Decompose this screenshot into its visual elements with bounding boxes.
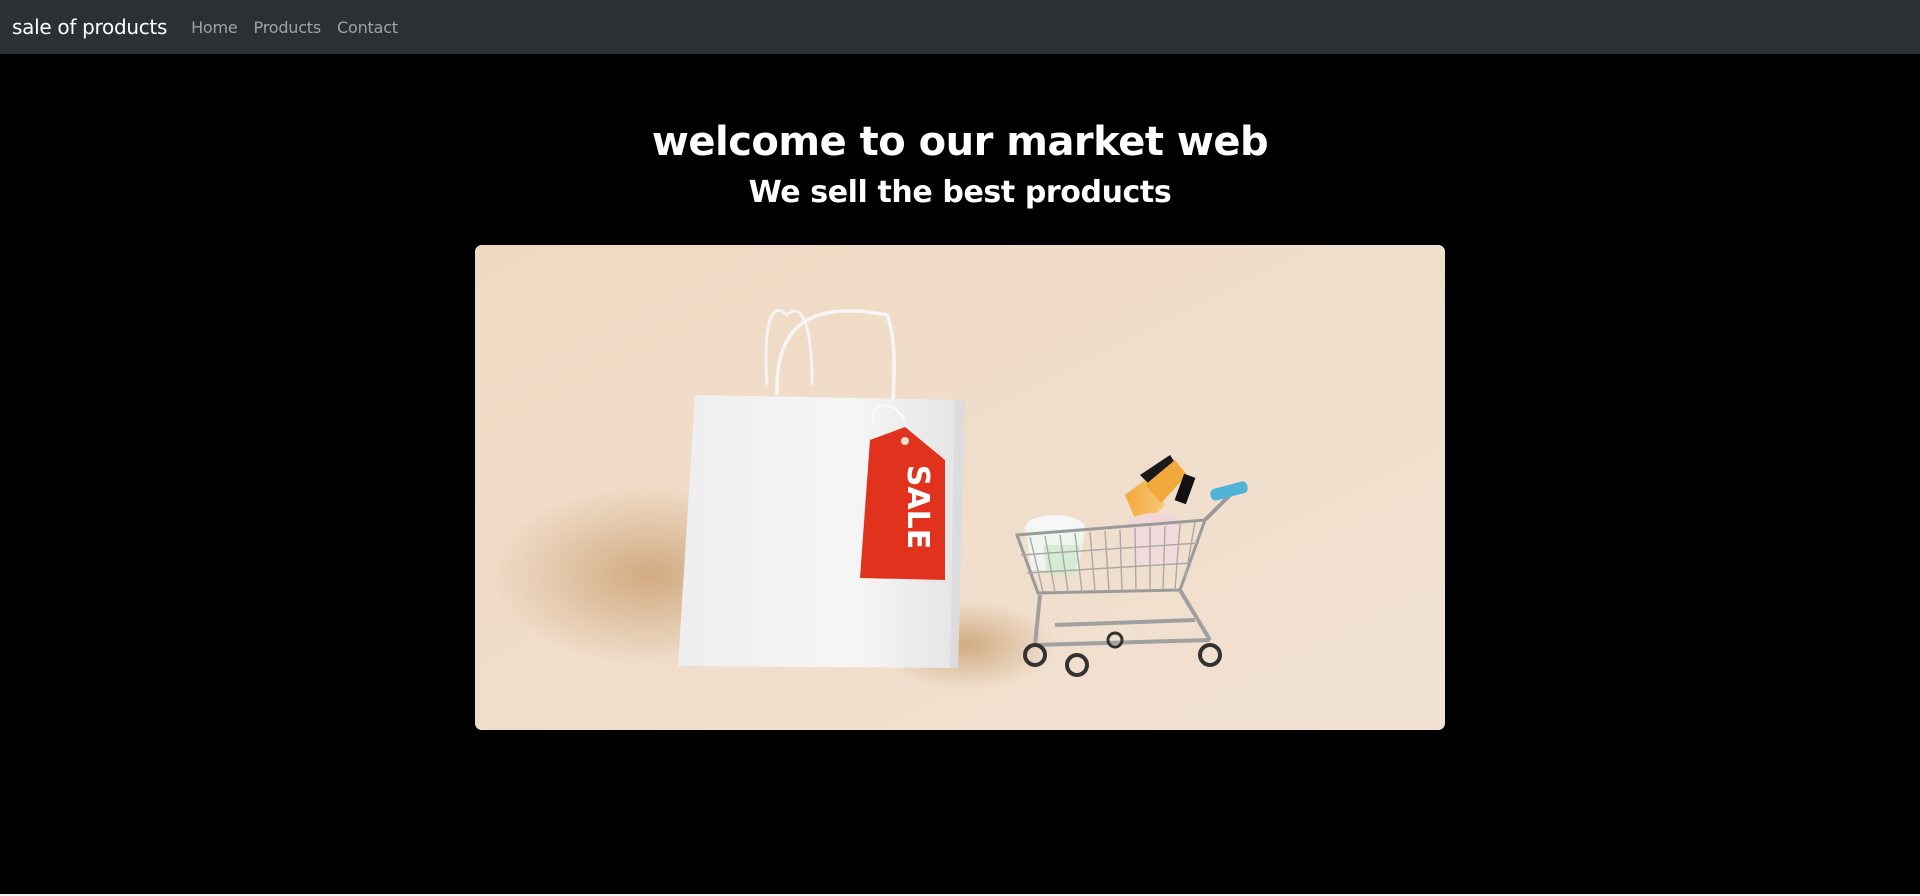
svg-text:SALE: SALE bbox=[900, 465, 935, 549]
nav-link-home[interactable]: Home bbox=[191, 18, 238, 37]
main-content: welcome to our market web We sell the be… bbox=[0, 54, 1920, 894]
nav-link-products[interactable]: Products bbox=[254, 18, 322, 37]
navbar-brand[interactable]: sale of products bbox=[12, 15, 167, 39]
navbar: sale of products Home Products Contact bbox=[0, 0, 1920, 54]
page-title: welcome to our market web bbox=[651, 119, 1269, 165]
nav-links: Home Products Contact bbox=[191, 18, 414, 37]
nav-link-contact[interactable]: Contact bbox=[337, 18, 398, 37]
page-subtitle: We sell the best products bbox=[748, 175, 1172, 210]
hero-image: SALE bbox=[475, 245, 1445, 730]
